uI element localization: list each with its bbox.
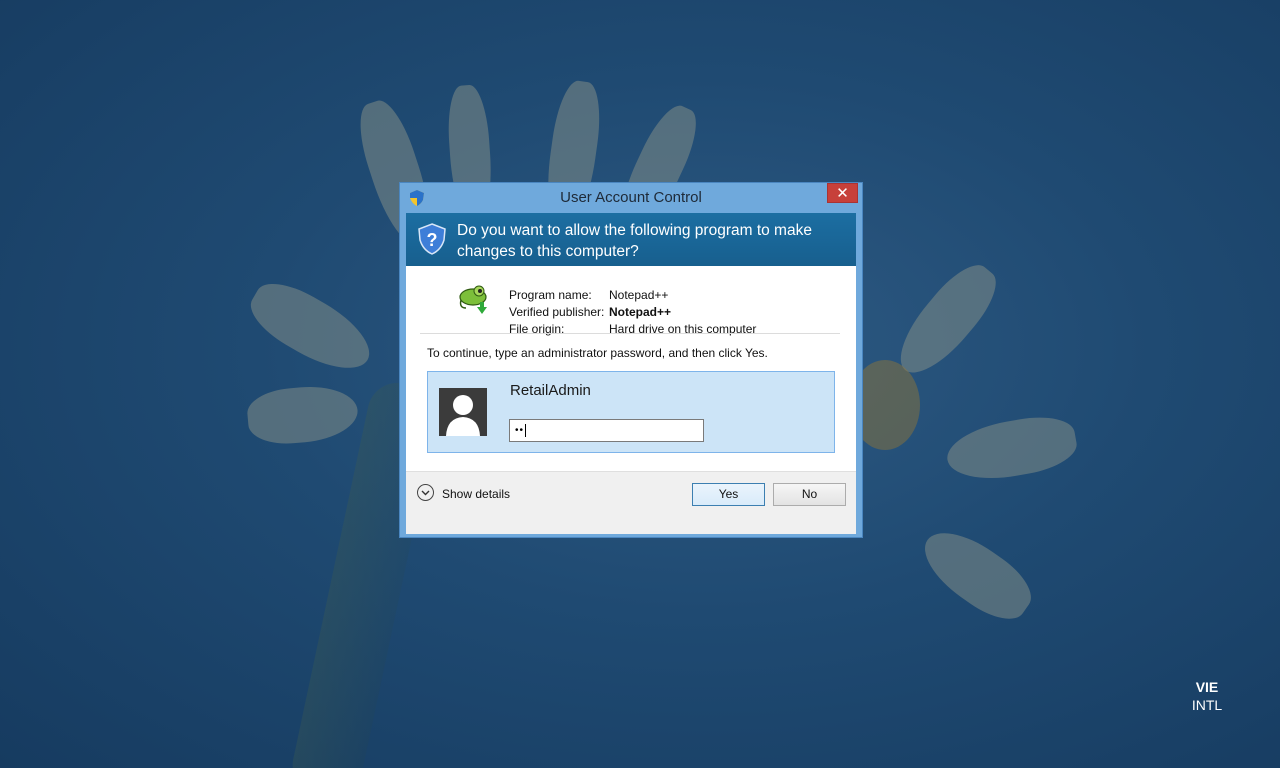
- dialog-body: ? Do you want to allow the following pro…: [406, 213, 856, 534]
- dialog-title: User Account Control: [560, 189, 702, 206]
- text-caret: [525, 424, 527, 437]
- desktop-background: User Account Control ✕ ? Do you want to …: [0, 0, 1280, 768]
- svg-text:?: ?: [427, 230, 438, 250]
- password-field[interactable]: ••: [509, 419, 704, 442]
- question-banner: ? Do you want to allow the following pro…: [406, 213, 856, 266]
- wallpaper-petal: [245, 382, 360, 447]
- security-shield-question-icon: ?: [418, 223, 446, 255]
- chevron-down-icon[interactable]: [417, 484, 434, 501]
- username-label: RetailAdmin: [510, 382, 591, 399]
- language-code: VIE: [1195, 679, 1219, 695]
- uac-question: Do you want to allow the following progr…: [457, 222, 812, 260]
- notepad-plus-plus-chameleon-icon: [459, 285, 487, 314]
- divider: [420, 333, 840, 334]
- verified-publisher-value: Notepad++: [609, 305, 672, 319]
- no-button[interactable]: No: [773, 483, 846, 506]
- yes-button[interactable]: Yes: [692, 483, 765, 506]
- program-name-value: Notepad++: [609, 288, 669, 302]
- verified-publisher-label: Verified publisher:: [509, 305, 605, 319]
- verified-publisher-row: Verified publisher: Notepad++: [509, 305, 671, 319]
- dialog-footer: Show details Yes No: [406, 471, 856, 534]
- wallpaper-petal: [885, 254, 1008, 387]
- instruction-text: To continue, type an administrator passw…: [427, 346, 768, 360]
- wallpaper-petal: [241, 271, 382, 384]
- title-bar[interactable]: User Account Control ✕: [400, 183, 862, 213]
- program-name-row: Program name: Notepad++: [509, 288, 668, 302]
- program-name-label: Program name:: [509, 288, 592, 302]
- credential-tile[interactable]: RetailAdmin ••: [427, 371, 835, 453]
- uac-dialog: User Account Control ✕ ? Do you want to …: [399, 182, 863, 538]
- keyboard-layout: INTL: [1191, 697, 1223, 713]
- input-language-indicator[interactable]: VIE INTL: [1180, 678, 1234, 714]
- wallpaper-petal: [911, 517, 1042, 632]
- password-mask: ••: [515, 425, 525, 437]
- wallpaper-petal: [942, 410, 1081, 488]
- close-button[interactable]: ✕: [827, 183, 858, 203]
- show-details-label[interactable]: Show details: [442, 487, 542, 501]
- user-avatar-icon: [439, 388, 487, 436]
